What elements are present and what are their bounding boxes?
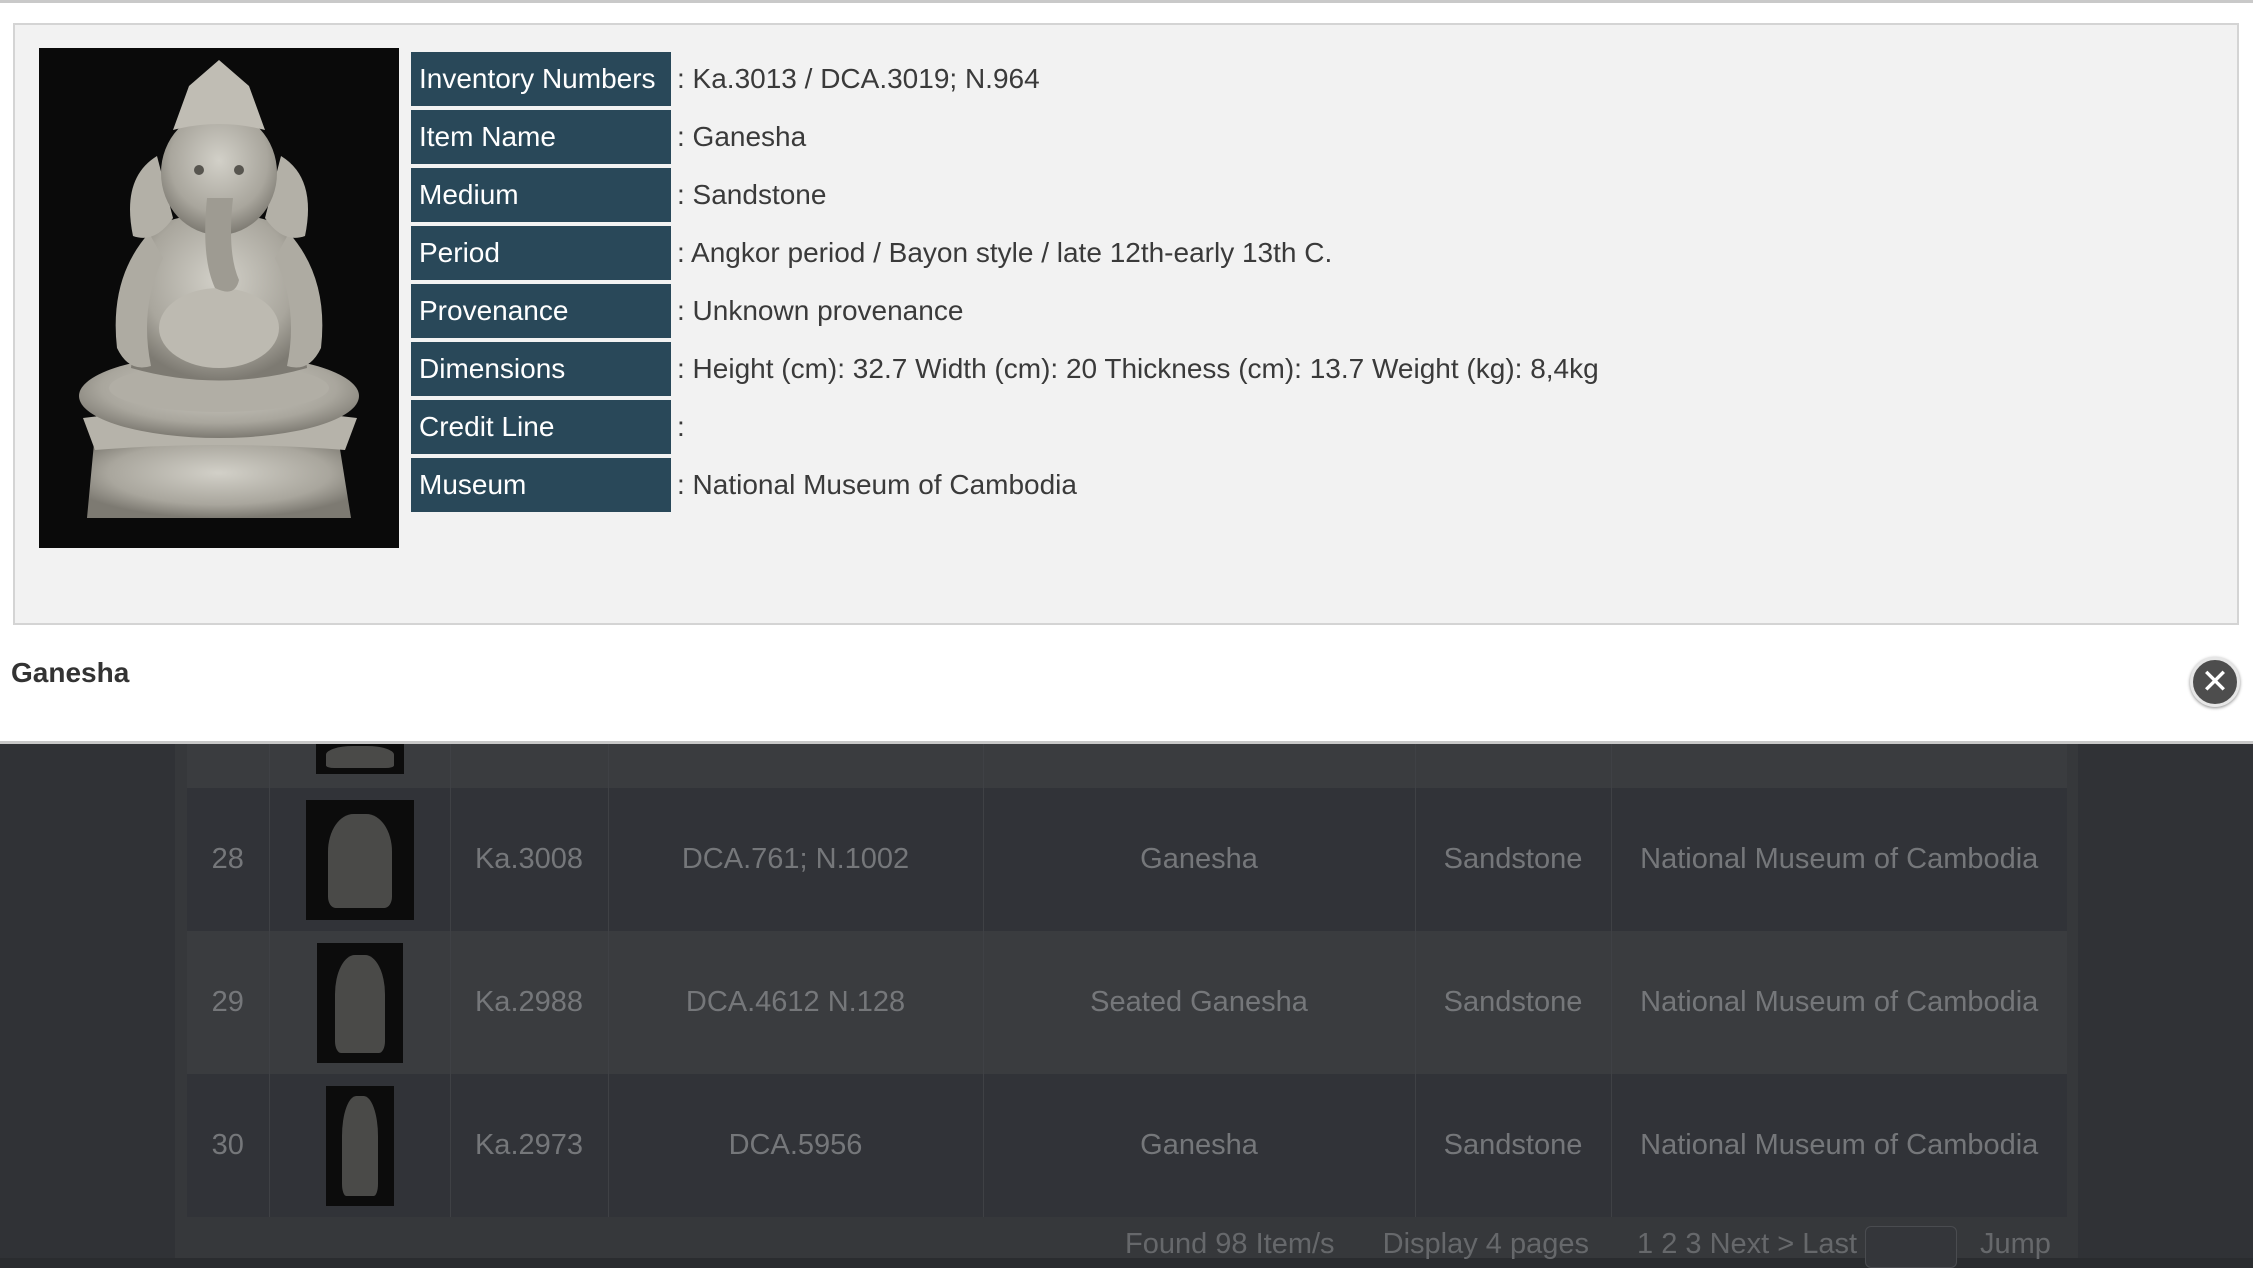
item-museum: National Museum of Cambodia bbox=[1640, 1129, 2039, 1161]
row-number: 30 bbox=[187, 1074, 270, 1217]
item-medium: Sandstone bbox=[1415, 788, 1612, 931]
thumbnail[interactable] bbox=[325, 1085, 394, 1206]
item-photo bbox=[39, 48, 399, 548]
field-label: Item Name bbox=[411, 110, 671, 164]
field-value: : Sandstone bbox=[677, 179, 827, 210]
item-name: Ganesha bbox=[983, 1074, 1416, 1217]
field-value: : Height (cm): 32.7 Width (cm): 20 Thick… bbox=[677, 353, 1599, 384]
field-value: : bbox=[677, 411, 685, 442]
page-count: Display 4 pages bbox=[1382, 1228, 1589, 1260]
table-row[interactable]: 30 Ka.2973 DCA.5956 Ganesha Sandstone Na… bbox=[187, 1074, 2067, 1217]
table-row[interactable]: 29 Ka.2988 DCA.4612 N.128 Seated Ganesha… bbox=[187, 931, 2067, 1074]
field-label: Inventory Numbers bbox=[411, 52, 671, 106]
field-label: Medium bbox=[411, 168, 671, 222]
field-value: : Angkor period / Bayon style / late 12t… bbox=[677, 237, 1333, 268]
pagination: Found 98 Item/s Display 4 pages 1 2 3 Ne… bbox=[1125, 1228, 1939, 1261]
item-id: Ka.2988 bbox=[450, 931, 609, 1074]
inventory-number: DCA.5956 bbox=[608, 1074, 984, 1217]
table-row[interactable] bbox=[187, 740, 2067, 788]
field-label: Period bbox=[411, 226, 671, 280]
field-label: Credit Line bbox=[411, 400, 671, 454]
field-value: : National Museum of Cambodia bbox=[677, 469, 1077, 500]
item-medium: Sandstone bbox=[1415, 931, 1612, 1074]
field-label: Museum bbox=[411, 458, 671, 512]
ganesha-image bbox=[39, 48, 399, 548]
item-id: Ka.2973 bbox=[450, 1074, 609, 1217]
inventory-number: DCA.4612 N.128 bbox=[608, 931, 984, 1074]
field-value: : Unknown provenance bbox=[677, 295, 964, 326]
modal-title: Ganesha bbox=[11, 657, 130, 688]
detail-panel: Inventory Numbers : Ka.3013 / DCA.3019; … bbox=[13, 23, 2239, 625]
modal-top-border bbox=[0, 0, 2253, 3]
field-label: Dimensions bbox=[411, 342, 671, 396]
found-count: Found 98 Item/s bbox=[1125, 1228, 1335, 1260]
results-table: 28 Ka.3008 DCA.761; N.1002 Ganesha Sands… bbox=[187, 740, 2067, 1217]
row-number: 29 bbox=[187, 931, 270, 1074]
item-name: Seated Ganesha bbox=[983, 931, 1416, 1074]
item-name: Ganesha bbox=[983, 788, 1416, 931]
jump-input[interactable] bbox=[1865, 1226, 1957, 1268]
close-button[interactable]: ✕ bbox=[2190, 657, 2240, 707]
item-museum: National Museum of Cambodia bbox=[1640, 843, 2039, 875]
jump-button[interactable]: Jump bbox=[1980, 1228, 2051, 1261]
thumbnail[interactable] bbox=[315, 740, 404, 775]
item-id: Ka.3008 bbox=[450, 788, 609, 931]
item-medium: Sandstone bbox=[1415, 1074, 1612, 1217]
close-icon: ✕ bbox=[2200, 663, 2230, 701]
table-row[interactable]: 28 Ka.3008 DCA.761; N.1002 Ganesha Sands… bbox=[187, 788, 2067, 931]
thumbnail[interactable] bbox=[305, 799, 414, 920]
field-value: : Ka.3013 / DCA.3019; N.964 bbox=[677, 63, 1040, 94]
field-label: Provenance bbox=[411, 284, 671, 338]
inventory-number: DCA.761; N.1002 bbox=[608, 788, 984, 931]
page-links[interactable]: 1 2 3 Next > Last >> bbox=[1637, 1228, 1899, 1260]
field-value: : Ganesha bbox=[677, 121, 807, 152]
item-museum: National Museum of Cambodia bbox=[1640, 986, 2039, 1018]
item-detail-modal: Inventory Numbers : Ka.3013 / DCA.3019; … bbox=[0, 0, 2253, 744]
thumbnail[interactable] bbox=[316, 942, 403, 1063]
row-number: 28 bbox=[187, 788, 270, 931]
